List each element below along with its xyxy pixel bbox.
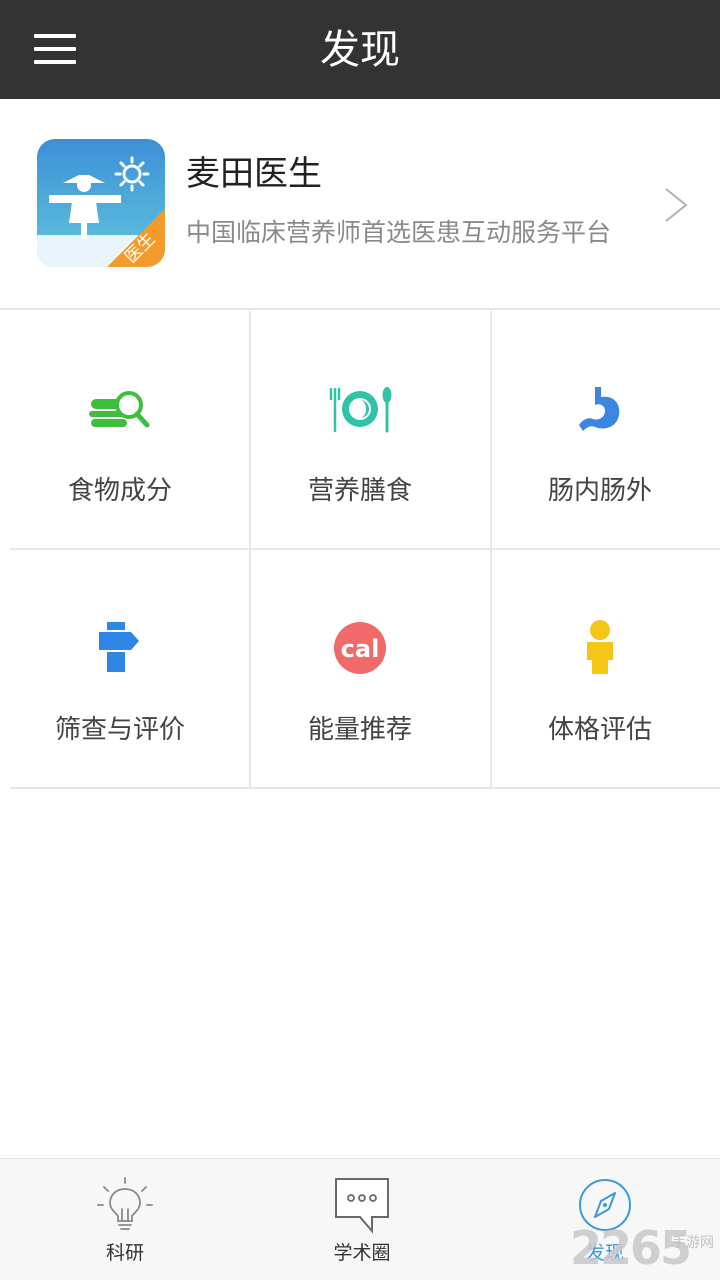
- grid-item-energy-recommendation[interactable]: cal 能量推荐: [240, 550, 480, 788]
- signpost-icon: [99, 622, 139, 672]
- app-description: 中国临床营养师首选医患互动服务平台: [186, 218, 612, 247]
- grid-item-nutrition-diet[interactable]: 营养膳食: [240, 311, 480, 549]
- grid-item-physical-assessment[interactable]: 体格评估: [480, 550, 720, 788]
- tab-academic-circle[interactable]: 学术圈: [242, 1159, 482, 1280]
- cal-icon: cal: [334, 622, 386, 674]
- grid-item-food-composition[interactable]: 食物成分: [0, 311, 240, 549]
- grid-item-label: 食物成分: [67, 476, 172, 506]
- page-title: 发现: [320, 27, 400, 73]
- app-card-maitian-doctor[interactable]: 医生 麦田医生 中国临床营养师首选医患互动服务平台: [0, 99, 720, 310]
- lightbulb-icon: [97, 1177, 153, 1230]
- grid-divider: [249, 311, 251, 789]
- stomach-icon: [579, 387, 620, 431]
- grid-item-label: 能量推荐: [307, 715, 412, 745]
- person-icon: [587, 620, 613, 674]
- grid-item-label: 肠内肠外: [547, 476, 652, 506]
- feature-grid: 食物成分 营养膳食 肠内肠外 筛查与评价 cal 能量推荐 体格评估: [0, 311, 720, 789]
- grid-item-screening-evaluation[interactable]: 筛查与评价: [0, 550, 240, 788]
- grid-item-label: 营养膳食: [307, 476, 412, 506]
- grid-item-label: 体格评估: [547, 715, 652, 745]
- app-name: 麦田医生: [186, 154, 322, 194]
- watermark-text: 手游网: [672, 1235, 714, 1251]
- grid-divider: [10, 548, 720, 550]
- grid-divider: [10, 787, 720, 789]
- tab-label: 学术圈: [333, 1242, 391, 1264]
- chat-bubble-icon: [335, 1178, 389, 1234]
- grid-item-label: 筛查与评价: [54, 715, 185, 745]
- cal-icon-text: cal: [341, 635, 380, 663]
- watermark-2265: 2265 手游网: [570, 1220, 720, 1276]
- grid-item-enteral-parenteral[interactable]: 肠内肠外: [480, 311, 720, 549]
- top-bar: 发现: [0, 0, 720, 99]
- chevron-right-icon: [665, 188, 688, 222]
- grid-divider: [490, 311, 492, 789]
- scarecrow-app-icon: 医生: [37, 139, 165, 267]
- tab-research[interactable]: 科研: [5, 1159, 245, 1280]
- tab-label: 科研: [105, 1242, 144, 1264]
- food-search-icon: [89, 391, 150, 428]
- plate-cutlery-icon: [329, 387, 392, 433]
